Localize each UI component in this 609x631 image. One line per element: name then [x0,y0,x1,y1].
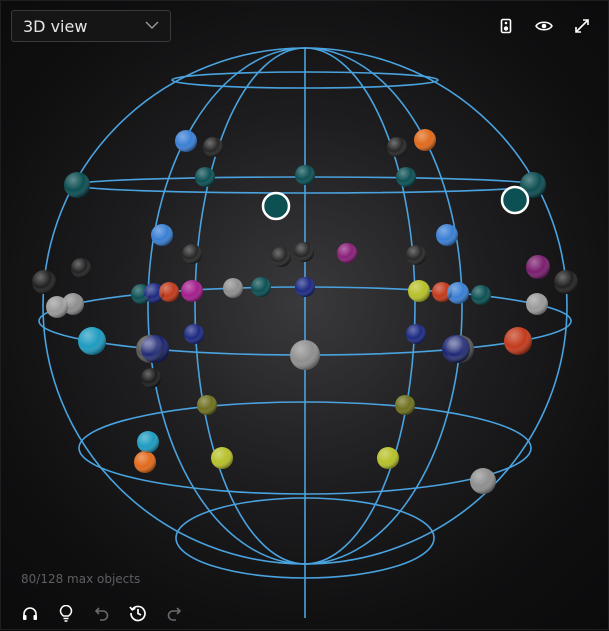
object-highlight [447,282,469,304]
object-highlight [134,451,156,473]
object-highlight [406,324,426,344]
undo-icon[interactable] [91,602,113,624]
object-highlight [71,258,91,278]
object-highlight [137,431,159,453]
object-highlight [295,165,315,185]
chevron-down-icon [145,21,159,29]
object-highlight [554,270,578,294]
bottom-toolbar [19,602,185,624]
object-highlight [182,244,202,264]
object-highlight [251,277,271,297]
object-highlight [387,137,407,157]
sphere-view[interactable] [1,1,609,631]
object-highlight [141,368,161,388]
eye-icon[interactable] [532,14,556,38]
object-highlight [377,447,399,469]
object-highlight [414,129,436,151]
object-highlight [211,447,233,469]
view-toolbar [494,14,594,38]
object-highlight [442,335,470,363]
object-highlight [184,324,204,344]
selected-object[interactable] [500,185,530,215]
object-highlight [408,280,430,302]
object-highlight [295,277,315,297]
object-highlight [223,278,243,298]
object-highlight [337,243,357,263]
lightbulb-icon[interactable] [55,602,77,624]
object-highlight [197,395,217,415]
object-highlight [504,327,532,355]
view-selector[interactable]: 3D view [11,10,171,42]
history-icon[interactable] [127,602,149,624]
object-highlight [159,282,179,302]
expand-icon[interactable] [570,14,594,38]
object-highlight [271,247,291,267]
object-highlight [470,468,496,494]
object-highlight [290,340,320,370]
object-highlight [294,242,314,262]
object-highlight [195,167,215,187]
headphones-icon[interactable] [19,602,41,624]
wireframe-grid [38,47,572,618]
redo-icon[interactable] [163,602,185,624]
object-highlight [151,224,173,246]
selected-object[interactable] [261,191,291,221]
object-highlight [141,335,169,363]
object-highlight [526,255,550,279]
object-highlight [175,130,197,152]
object-highlight [64,172,90,198]
object-highlight [396,167,416,187]
object-count: 80/128 max objects [21,572,141,586]
view-selector-value: 3D view [23,16,88,36]
object-highlight [32,270,56,294]
object-highlight [181,280,203,302]
object-highlight [436,224,458,246]
object-highlight [406,245,426,265]
viewport-panel: 3D view 80/128 max objects [0,0,609,630]
speaker-icon[interactable] [494,14,518,38]
object-highlight [46,296,68,318]
object-highlight [203,137,223,157]
object-highlight [395,395,415,415]
object-highlight [471,285,491,305]
object-highlight [78,327,106,355]
object-highlight [526,293,548,315]
